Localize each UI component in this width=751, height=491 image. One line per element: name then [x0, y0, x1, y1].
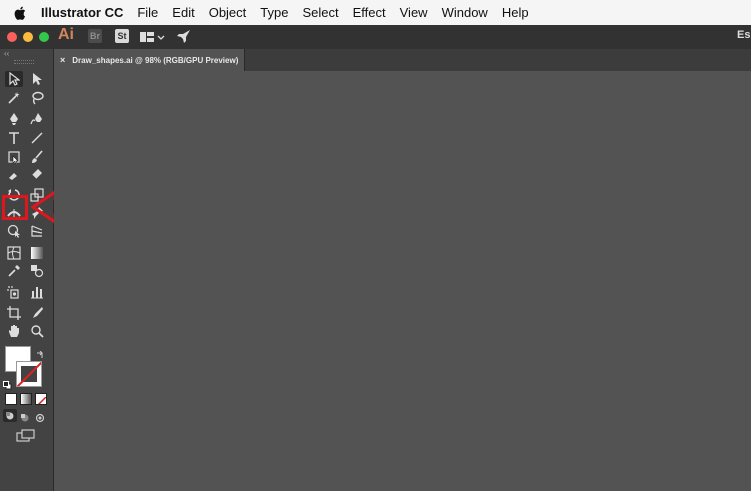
collapse-panel-button[interactable]: ‹‹: [4, 49, 9, 58]
shaper-tool-icon: [9, 173, 17, 180]
menu-help[interactable]: Help: [502, 5, 529, 20]
gradient-tool-icon: [31, 247, 43, 259]
eraser-tool[interactable]: [28, 165, 46, 181]
symbol-sprayer-tool-icon: [7, 286, 19, 299]
stock-button[interactable]: St: [115, 29, 129, 43]
menu-view[interactable]: View: [400, 5, 428, 20]
lasso-tool-icon: [32, 91, 44, 105]
perspective-grid-tool-icon: [31, 225, 43, 237]
close-tab-icon[interactable]: ×: [60, 55, 65, 65]
hand-tool[interactable]: [5, 323, 23, 339]
eraser-tool-icon: [31, 169, 42, 180]
none-icon: [37, 396, 46, 404]
selection-tool[interactable]: [5, 71, 23, 87]
magic-wand-tool-icon: [8, 92, 20, 104]
column-graph-tool-icon: [31, 287, 43, 299]
lasso-tool[interactable]: [28, 90, 46, 106]
zoom-tool-icon: [31, 325, 44, 338]
application-bar: Ai Br St Es: [0, 25, 751, 49]
pen-tool[interactable]: [5, 111, 23, 127]
paintbrush-tool-icon: [32, 150, 43, 163]
document-canvas[interactable]: [54, 71, 751, 491]
window-controls: [7, 32, 49, 42]
slice-tool-icon: [33, 307, 43, 318]
artboard-tool-icon: [7, 306, 21, 320]
selection-tool-icon: [9, 72, 20, 86]
bridge-button[interactable]: Br: [88, 29, 102, 43]
draw-inside-button[interactable]: [35, 410, 45, 428]
menu-select[interactable]: Select: [302, 5, 338, 20]
document-tab-bar: × Draw_shapes.ai @ 98% (RGB/GPU Preview): [54, 49, 751, 71]
minimize-window-button[interactable]: [23, 32, 33, 42]
menu-window[interactable]: Window: [442, 5, 488, 20]
app-name-menu[interactable]: Illustrator CC: [41, 5, 123, 20]
hand-tool-icon: [9, 325, 19, 337]
magic-wand-tool[interactable]: [5, 90, 23, 106]
symbol-sprayer-tool[interactable]: [5, 284, 23, 300]
paintbrush-tool[interactable]: [28, 149, 46, 165]
shape-builder-tool-icon: [7, 224, 20, 238]
draw-behind-icon: [21, 414, 29, 422]
draw-behind-button[interactable]: [20, 410, 30, 428]
slice-tool[interactable]: [28, 305, 46, 321]
apple-icon[interactable]: [12, 5, 28, 21]
direct-selection-tool-icon: [33, 73, 42, 85]
document-tab[interactable]: × Draw_shapes.ai @ 98% (RGB/GPU Preview): [54, 49, 245, 71]
pen-tool-icon: [10, 113, 18, 125]
menu-file[interactable]: File: [137, 5, 158, 20]
close-window-button[interactable]: [7, 32, 17, 42]
direct-selection-tool[interactable]: [28, 71, 46, 87]
zoom-window-button[interactable]: [39, 32, 49, 42]
menu-object[interactable]: Object: [209, 5, 247, 20]
artboard-tool[interactable]: [5, 305, 23, 321]
draw-inside-icon: [35, 413, 45, 423]
arrange-documents-button[interactable]: [140, 31, 168, 49]
document-tab-title: Draw_shapes.ai @ 98% (RGB/GPU Preview): [72, 55, 239, 65]
draw-normal-button[interactable]: [3, 409, 17, 422]
mesh-tool-icon: [7, 246, 21, 260]
line-segment-tool-icon: [31, 132, 43, 144]
stroke-color-swatch[interactable]: [16, 361, 42, 387]
draw-normal-icon: [6, 411, 14, 419]
screen-mode-button[interactable]: [16, 429, 36, 447]
curvature-tool[interactable]: [28, 111, 46, 127]
eyedropper-tool[interactable]: [5, 263, 23, 279]
gradient-mode-button[interactable]: [20, 393, 32, 405]
arrange-documents-icon: [140, 32, 165, 42]
menu-effect[interactable]: Effect: [353, 5, 386, 20]
rectangle-tool[interactable]: [5, 149, 23, 165]
tools-panel: ‹‹: [0, 49, 109, 491]
perspective-grid-tool[interactable]: [28, 223, 46, 239]
gradient-tool[interactable]: [28, 245, 46, 261]
line-segment-tool[interactable]: [28, 130, 46, 146]
color-mode-button[interactable]: [5, 393, 17, 405]
menu-type[interactable]: Type: [260, 5, 288, 20]
rocket-icon: [177, 30, 190, 43]
blend-tool[interactable]: [28, 263, 46, 279]
menu-edit[interactable]: Edit: [172, 5, 194, 20]
launch-button[interactable]: [176, 28, 192, 49]
rectangle-tool-icon: [8, 151, 20, 164]
type-tool[interactable]: [5, 130, 23, 146]
column-graph-tool[interactable]: [28, 284, 46, 300]
shape-builder-tool[interactable]: [5, 223, 23, 239]
blend-tool-icon: [31, 265, 44, 278]
none-mode-button[interactable]: [35, 393, 47, 405]
illustrator-logo: Ai: [58, 26, 74, 43]
type-tool-icon: [9, 132, 19, 144]
macos-menu-bar: Illustrator CC File Edit Object Type Sel…: [0, 0, 751, 26]
eyedropper-tool-icon: [8, 265, 20, 277]
screen-mode-icon: [16, 429, 35, 442]
shaper-tool[interactable]: [5, 167, 23, 183]
mesh-tool[interactable]: [5, 245, 23, 261]
curvature-tool-icon: [30, 113, 42, 125]
panel-grip[interactable]: [14, 60, 34, 64]
zoom-tool[interactable]: [28, 323, 46, 339]
workspace-switcher[interactable]: Es: [737, 29, 751, 41]
rectangle-tool-highlight: [2, 195, 28, 220]
